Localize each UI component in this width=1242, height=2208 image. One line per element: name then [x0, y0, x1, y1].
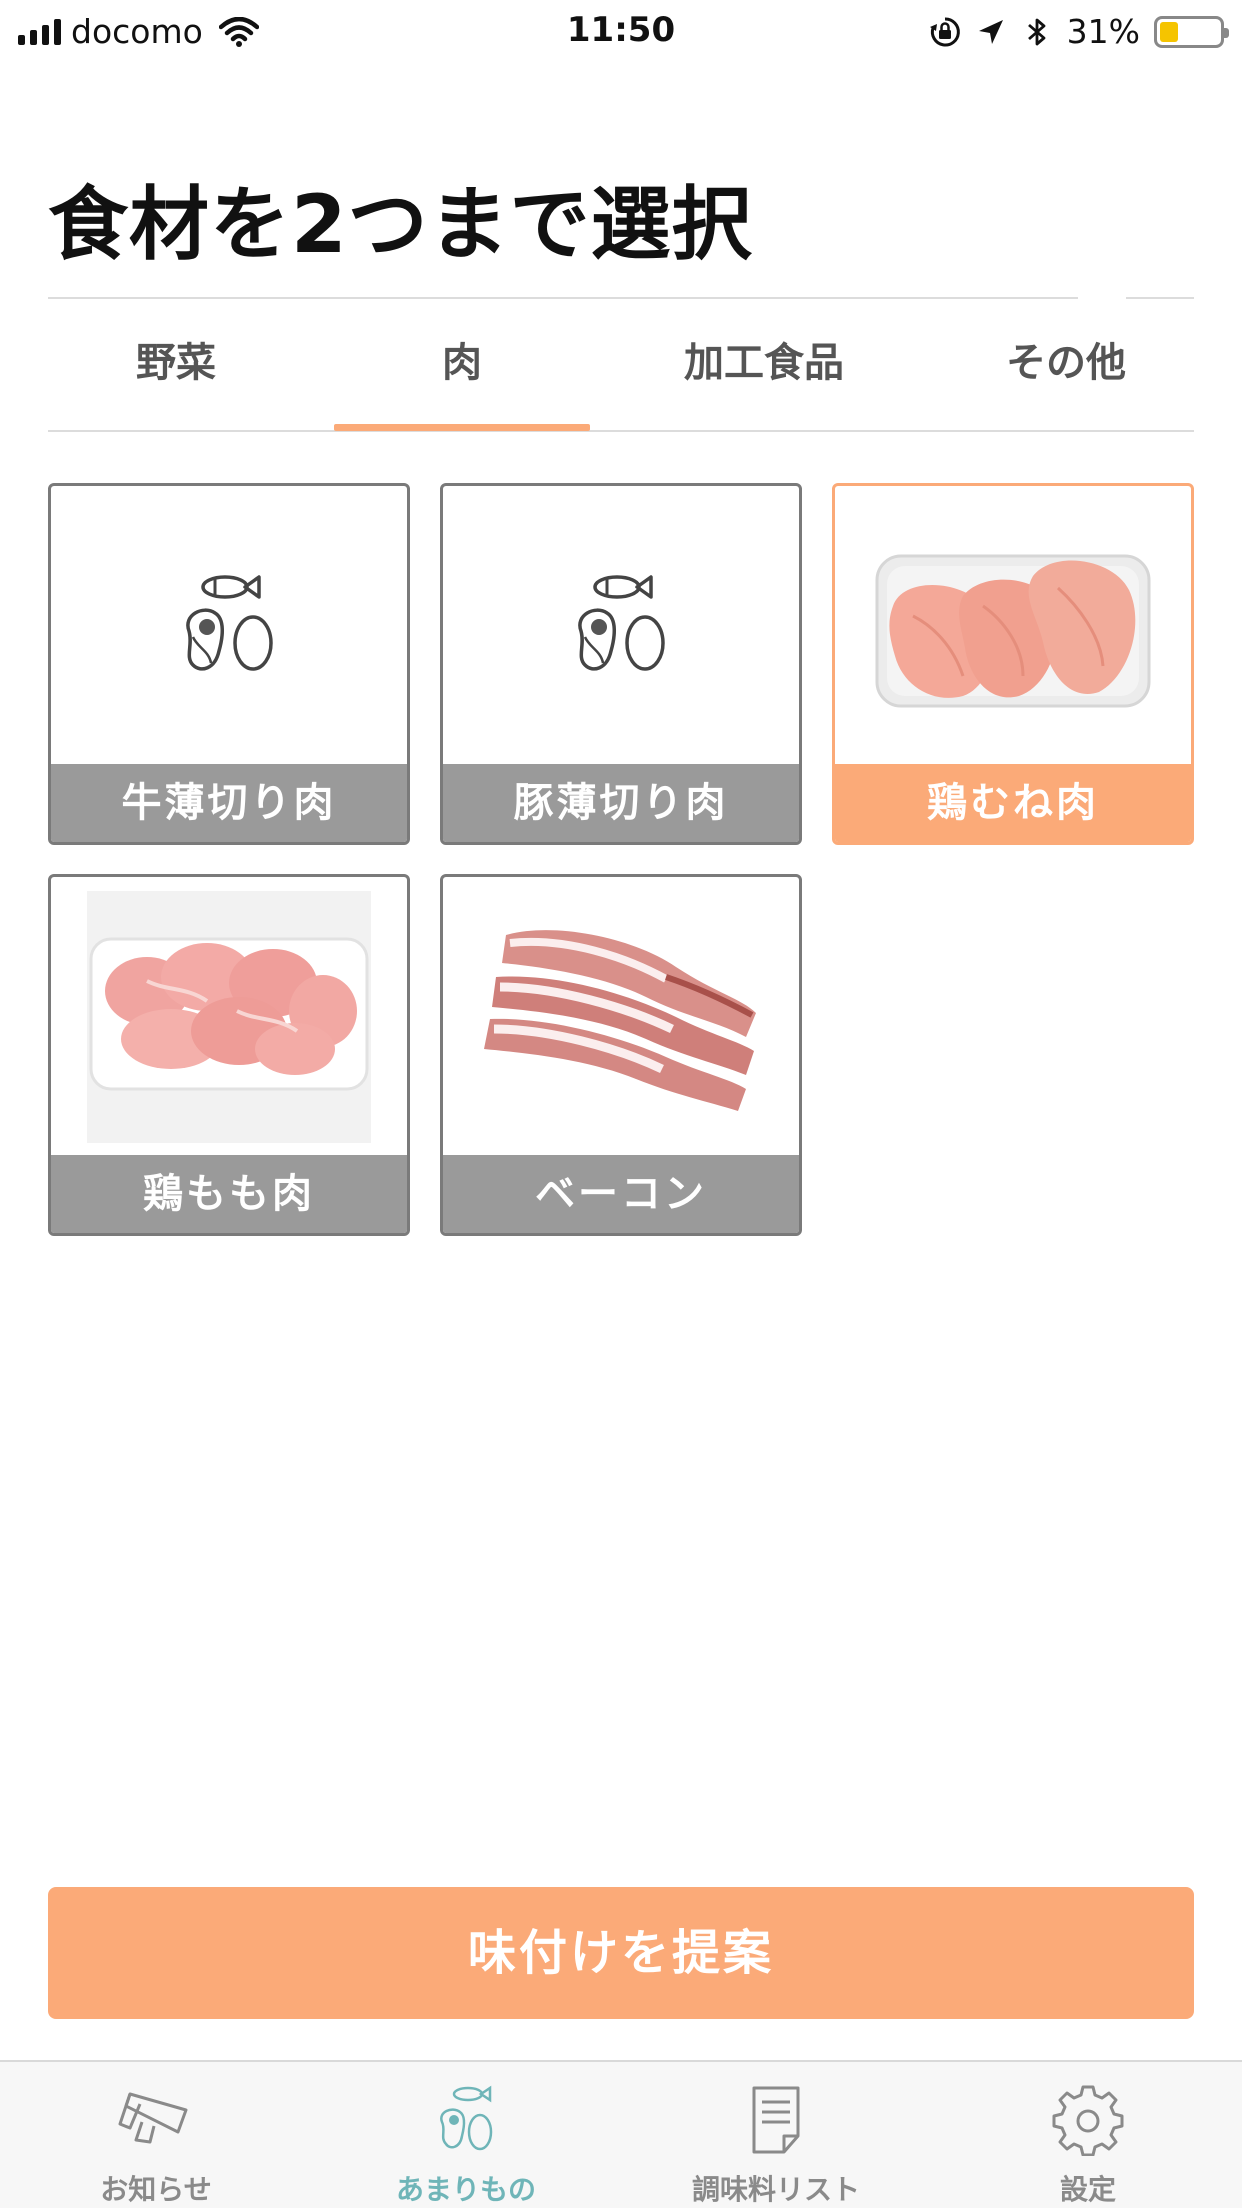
card-image [835, 486, 1191, 766]
card-label: 鶏むね肉 [835, 764, 1191, 842]
card-image [51, 877, 407, 1157]
ingredient-card-bacon[interactable]: ベーコン [440, 874, 802, 1236]
tabbar-item-settings[interactable]: 設定 [968, 2062, 1208, 2208]
gear-icon [1052, 2085, 1124, 2156]
card-label: 豚薄切り肉 [443, 764, 799, 842]
status-bar: docomo 11:50 31% [0, 0, 1242, 62]
tab-divider-top-end [1126, 297, 1194, 299]
battery-percent: 31% [1066, 12, 1140, 51]
ingredient-card-chicken-breast[interactable]: 鶏むね肉 [832, 483, 1194, 845]
ingredient-card-beef[interactable]: 牛薄切り肉 [48, 483, 410, 845]
chicken-breast-image [875, 554, 1151, 708]
card-label: ベーコン [443, 1155, 799, 1233]
battery-icon [1154, 15, 1229, 48]
document-list-icon [752, 2086, 800, 2154]
tab-processed-food[interactable]: 加工食品 [644, 330, 884, 388]
tab-other[interactable]: その他 [948, 330, 1184, 388]
ingredient-card-chicken-thigh[interactable]: 鶏もも肉 [48, 874, 410, 1236]
megaphone-icon [118, 2092, 188, 2144]
suggest-seasoning-button[interactable]: 味付けを提案 [48, 1887, 1194, 2019]
card-label: 鶏もも肉 [51, 1155, 407, 1233]
ingredient-card-pork[interactable]: 豚薄切り肉 [440, 483, 802, 845]
tab-divider-top [48, 297, 1078, 299]
tab-divider-bottom [48, 430, 1194, 432]
tabbar-item-leftovers[interactable]: あまりもの [346, 2062, 586, 2208]
tab-meat[interactable]: 肉 [334, 330, 590, 388]
status-right: 31% [929, 12, 1229, 51]
card-label: 牛薄切り肉 [51, 764, 407, 842]
page-title: 食材を2つまで選択 [48, 178, 753, 271]
tabbar-item-news[interactable]: お知らせ [36, 2062, 276, 2208]
ingredients-placeholder-icon [186, 575, 273, 671]
card-image [51, 486, 407, 766]
ingredients-icon [440, 2085, 493, 2151]
bacon-image [484, 930, 756, 1111]
orientation-lock-icon [929, 16, 960, 46]
tabbar-label: 調味料リスト [691, 2173, 860, 2206]
tabbar-label: あまりもの [395, 2173, 536, 2206]
battery-fill [1160, 21, 1178, 42]
active-tab-indicator [334, 424, 590, 431]
tabbar-item-seasoning-list[interactable]: 調味料リスト [656, 2062, 896, 2208]
tabbar-label: 設定 [1059, 2173, 1116, 2206]
ingredients-placeholder-icon [578, 575, 665, 671]
chicken-thigh-image [87, 891, 371, 1143]
bluetooth-icon [1027, 18, 1046, 45]
tab-vegetables[interactable]: 野菜 [88, 330, 264, 388]
card-image [443, 486, 799, 766]
card-image [443, 877, 799, 1157]
category-tabs: 野菜 肉 加工食品 その他 [48, 330, 1194, 400]
bottom-tab-bar: お知らせ あまりもの 調味料リスト 設定 [0, 2060, 1242, 2208]
tabbar-label: お知らせ [100, 2173, 212, 2206]
location-arrow-icon [978, 19, 1003, 44]
